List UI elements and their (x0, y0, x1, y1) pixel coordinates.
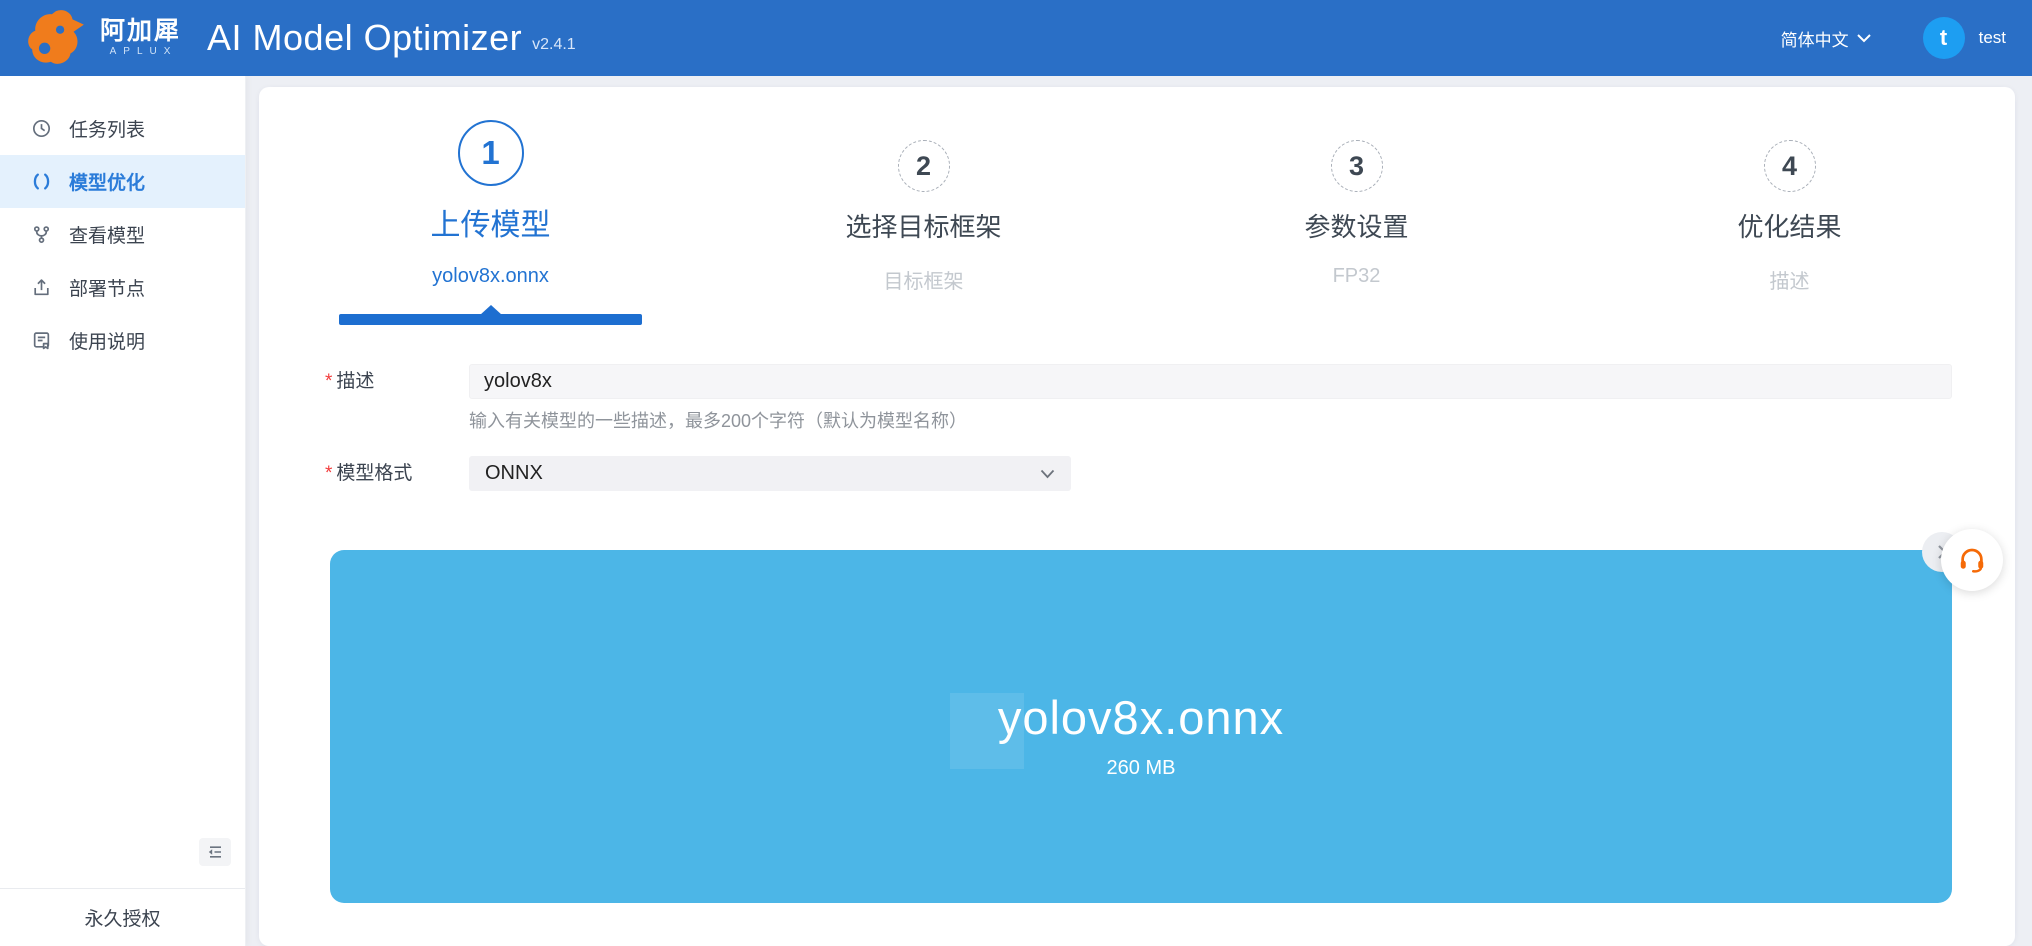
step-1-title: 上传模型 (430, 209, 551, 242)
sidebar-item-deploy-node[interactable]: 部署节点 (0, 261, 245, 314)
license-status: 永久授权 (0, 888, 245, 946)
customer-support-button[interactable] (1941, 529, 2003, 591)
sidebar: 任务列表 模型优化 查看模型 部署节点 使用说明 永久授权 (0, 76, 246, 946)
optimize-icon (31, 171, 52, 192)
description-label: * 描述 (325, 371, 375, 392)
step-3-parameters[interactable]: 3 参数设置 FP32 (1140, 87, 1573, 337)
step-4-result[interactable]: 4 优化结果 描述 (1573, 87, 2006, 337)
chevron-down-icon (1856, 33, 1871, 42)
sidebar-item-label: 模型优化 (69, 173, 146, 194)
page-title: AI Model Optimizer (207, 17, 523, 58)
step-3-title: 参数设置 (1304, 212, 1409, 242)
step-2-title: 选择目标框架 (845, 212, 1002, 242)
main-content-card: 1 上传模型 yolov8x.onnx 2 选择目标框架 目标框架 3 参数设置… (259, 87, 2015, 946)
sidebar-item-instructions[interactable]: 使用说明 (0, 314, 245, 367)
model-format-select[interactable]: ONNX (469, 456, 1071, 491)
model-format-value: ONNX (485, 462, 543, 484)
step-4-title: 优化结果 (1737, 212, 1842, 242)
required-asterisk: * (325, 371, 333, 392)
menu-fold-icon (208, 846, 221, 858)
language-label: 简体中文 (1780, 30, 1849, 50)
step-2-number: 2 (897, 140, 950, 192)
app-version: v2.4.1 (532, 36, 576, 53)
uploaded-file-name: yolov8x.onnx (997, 691, 1285, 744)
required-asterisk: * (325, 463, 333, 484)
sidebar-collapse-button[interactable] (199, 838, 231, 866)
step-1-subtitle: yolov8x.onnx (432, 265, 549, 287)
brand-name-cn: 阿加犀 (100, 17, 182, 46)
history-icon (31, 118, 52, 139)
language-selector[interactable]: 简体中文 (1781, 26, 1871, 51)
sidebar-item-model-optimize[interactable]: 模型优化 (0, 155, 245, 208)
description-helper-text: 输入有关模型的一些描述，最多200个字符（默认为模型名称） (469, 411, 968, 431)
uploaded-file-size: 260 MB (1106, 757, 1176, 779)
deploy-icon (31, 277, 52, 298)
upload-dropzone[interactable]: yolov8x.onnx 260 MB (330, 550, 1952, 903)
model-format-label: * 模型格式 (325, 463, 413, 484)
step-progress-bar (339, 314, 642, 325)
sidebar-item-label: 任务列表 (69, 120, 146, 141)
model-branch-icon (31, 224, 52, 245)
avatar[interactable]: t (1922, 17, 1965, 59)
headset-icon (1960, 548, 1984, 573)
aplux-logo-icon (28, 10, 84, 64)
app-header: 阿加犀 APLUX AI Model Optimizer v2.4.1 简体中文… (0, 0, 2032, 76)
sidebar-item-label: 查看模型 (69, 226, 146, 247)
sidebar-item-view-model[interactable]: 查看模型 (0, 208, 245, 261)
brand-logo[interactable]: 阿加犀 APLUX (26, 7, 181, 69)
sidebar-item-task-list[interactable]: 任务列表 (0, 102, 245, 155)
step-3-subtitle: FP32 (1332, 265, 1381, 287)
username: test (1978, 28, 2006, 47)
step-4-number: 4 (1763, 140, 1816, 192)
brand-name-en: APLUX (109, 46, 178, 58)
step-1-upload-model[interactable]: 1 上传模型 yolov8x.onnx (274, 87, 707, 337)
sidebar-item-label: 使用说明 (69, 332, 146, 353)
docs-icon (31, 330, 52, 351)
chevron-down-icon (1040, 469, 1055, 479)
step-3-number: 3 (1330, 140, 1383, 192)
step-2-subtitle: 目标框架 (883, 271, 964, 293)
sidebar-item-label: 部署节点 (69, 279, 146, 300)
description-input[interactable] (469, 364, 1952, 399)
step-2-select-framework[interactable]: 2 选择目标框架 目标框架 (707, 87, 1140, 337)
step-1-number: 1 (457, 120, 524, 186)
step-4-subtitle: 描述 (1769, 271, 1810, 293)
